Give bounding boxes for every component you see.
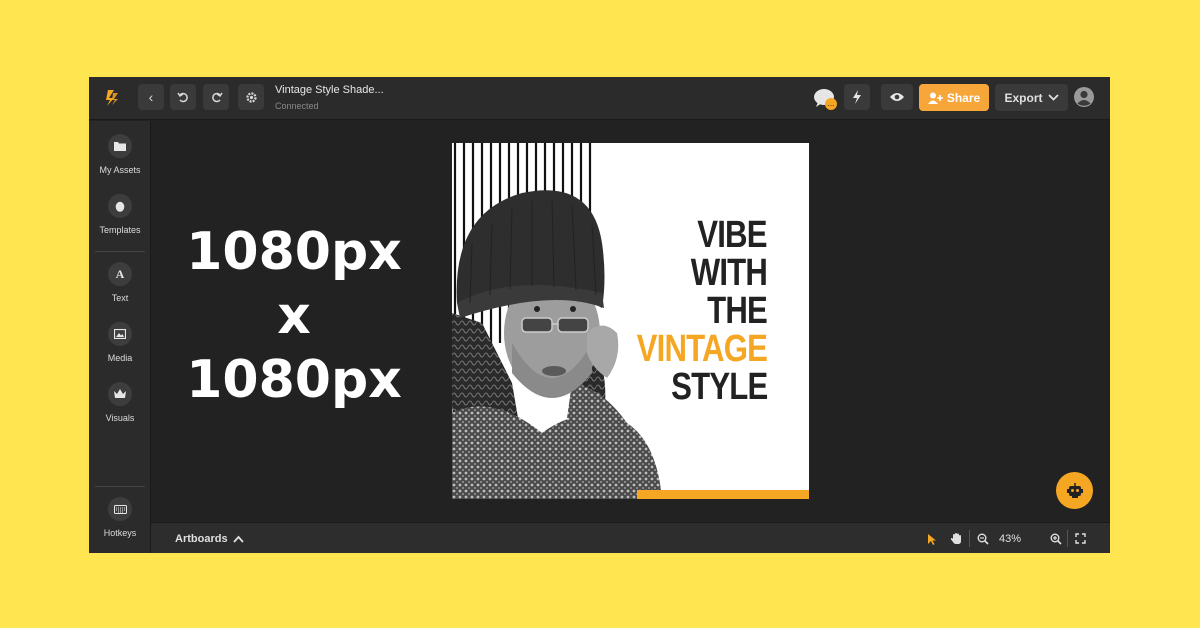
- export-label: Export: [1004, 90, 1043, 105]
- comments-icon[interactable]: ...: [813, 87, 839, 111]
- share-button[interactable]: Share: [919, 84, 989, 111]
- poster-line-with[interactable]: WITH: [691, 254, 768, 292]
- document-title[interactable]: Vintage Style Shade...: [275, 84, 384, 96]
- poster-line-the[interactable]: THE: [707, 292, 768, 330]
- bottom-bar: Artboards 43%: [151, 522, 1110, 553]
- sidebar-item-text[interactable]: A Text: [89, 262, 151, 303]
- back-icon: ‹: [148, 89, 154, 105]
- sidebar-item-visuals[interactable]: Visuals: [89, 382, 151, 423]
- artboards-toggle[interactable]: Artboards: [175, 533, 228, 545]
- orange-accent-bar: [637, 490, 809, 499]
- preview-icon: [890, 93, 904, 101]
- logo-icon[interactable]: [101, 87, 123, 109]
- redo-button[interactable]: [203, 84, 229, 110]
- model-photo: [452, 190, 662, 499]
- export-button[interactable]: Export: [995, 84, 1068, 111]
- chevron-down-icon: [1047, 94, 1059, 101]
- undo-button[interactable]: [170, 84, 196, 110]
- svg-text:...: ...: [828, 99, 835, 108]
- lightning-icon: [853, 90, 861, 104]
- sidebar-item-hotkeys[interactable]: Hotkeys: [89, 497, 151, 538]
- robot-icon: [1066, 483, 1083, 498]
- sidebar-item-label: Text: [111, 293, 129, 303]
- text-icon: A: [108, 262, 132, 286]
- sidebar-item-label: Hotkeys: [103, 528, 137, 538]
- canvas-size-overlay: 1080px x 1080px: [179, 220, 409, 412]
- size-times: x: [277, 286, 311, 346]
- bottom-separator: [1067, 530, 1068, 547]
- settings-button[interactable]: [238, 84, 264, 110]
- sidebar-item-label: Templates: [99, 225, 141, 235]
- folder-icon: [108, 134, 132, 158]
- settings-icon: [245, 91, 257, 103]
- image-icon: [108, 322, 132, 346]
- fullscreen-icon[interactable]: [1075, 533, 1086, 544]
- egg-icon: [108, 194, 132, 218]
- keyboard-icon: [108, 497, 132, 521]
- top-toolbar: ‹ Vintage Style Shade... Connected ... S…: [89, 77, 1110, 120]
- sidebar-divider: [95, 251, 145, 252]
- poster-line-vibe[interactable]: VIBE: [698, 216, 768, 254]
- artboard[interactable]: VIBE WITH THE VINTAGE STYLE: [452, 143, 809, 499]
- zoom-out-icon[interactable]: [977, 533, 989, 545]
- lightning-button[interactable]: [844, 84, 870, 110]
- crown-icon: [108, 382, 132, 406]
- chevron-up-icon[interactable]: [233, 534, 244, 545]
- user-avatar-icon[interactable]: [1073, 86, 1095, 108]
- sidebar-divider: [95, 486, 145, 487]
- size-width: 1080px: [186, 222, 402, 282]
- left-sidebar: My Assets Templates A Text Media Visuals: [89, 121, 151, 553]
- zoom-level[interactable]: 43%: [999, 533, 1021, 545]
- preview-button[interactable]: [881, 84, 913, 110]
- sidebar-item-templates[interactable]: Templates: [89, 194, 151, 235]
- assistant-button[interactable]: [1056, 472, 1093, 509]
- add-user-icon: [927, 92, 943, 104]
- cursor-icon[interactable]: [927, 533, 937, 546]
- editor-window: ‹ Vintage Style Shade... Connected ... S…: [89, 77, 1110, 553]
- back-button[interactable]: ‹: [138, 84, 164, 110]
- sidebar-item-label: My Assets: [99, 165, 141, 175]
- size-height: 1080px: [186, 350, 402, 410]
- sidebar-item-label: Media: [107, 353, 133, 363]
- share-label: Share: [946, 90, 981, 105]
- hand-icon[interactable]: [950, 532, 963, 545]
- undo-icon: [176, 92, 188, 102]
- poster-line-vintage[interactable]: VINTAGE: [637, 330, 768, 368]
- sidebar-item-label: Visuals: [105, 413, 135, 423]
- poster-line-style[interactable]: STYLE: [671, 368, 768, 406]
- redo-icon: [211, 92, 223, 102]
- sidebar-item-media[interactable]: Media: [89, 322, 151, 363]
- zoom-in-icon[interactable]: [1050, 533, 1062, 545]
- connection-status: Connected: [275, 101, 319, 111]
- sidebar-item-my-assets[interactable]: My Assets: [89, 134, 151, 175]
- bottom-separator: [969, 530, 970, 547]
